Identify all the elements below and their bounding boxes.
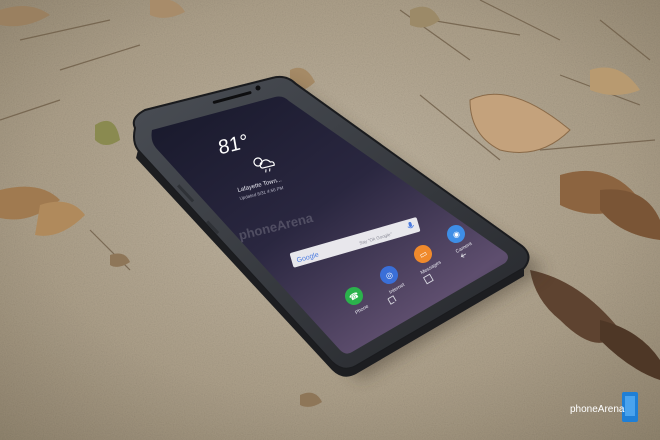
front-camera — [255, 85, 261, 91]
phonearena-watermark: phoneArena — [570, 392, 638, 422]
scene-svg: 81° Lafayette Town... Updated 8/31 4:56 … — [0, 0, 660, 440]
photo-scene: 81° Lafayette Town... Updated 8/31 4:56 … — [0, 0, 660, 440]
watermark-text: phoneArena — [570, 404, 625, 415]
